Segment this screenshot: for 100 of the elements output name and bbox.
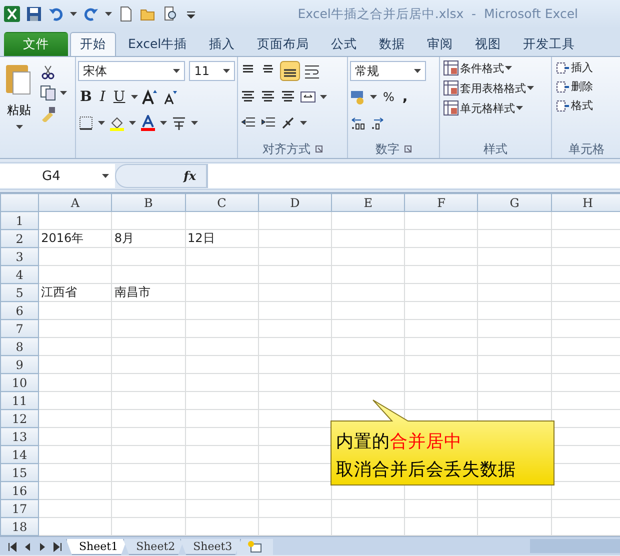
wrap-text-icon[interactable] <box>304 63 320 79</box>
dialog-launcher-icon[interactable] <box>314 145 322 153</box>
last-sheet-icon[interactable] <box>53 542 62 552</box>
font-style-button[interactable]: I <box>98 89 108 105</box>
undo-icon[interactable] <box>48 6 64 22</box>
row-header[interactable]: 13 <box>0 428 39 446</box>
row-header[interactable]: 15 <box>0 464 39 482</box>
formula-input[interactable] <box>207 164 620 188</box>
caret-icon <box>516 106 523 110</box>
previous-sheet-icon[interactable] <box>23 542 32 552</box>
decrease-decimal-icon[interactable] <box>370 115 386 131</box>
row-header[interactable]: 17 <box>0 500 39 518</box>
styles-menu-button[interactable]: 条件格式 <box>442 60 549 76</box>
ribbon-tab[interactable]: 页面布局 <box>247 32 320 56</box>
align-bottom-icon[interactable] <box>280 61 300 81</box>
row-header[interactable]: 3 <box>0 248 39 266</box>
table-cell: 8月 <box>112 230 186 248</box>
row-header[interactable]: 18 <box>0 518 39 536</box>
column-header[interactable]: G <box>478 194 552 212</box>
ribbon-tab[interactable]: 开发工具 <box>513 32 586 56</box>
row-header[interactable]: 6 <box>0 302 39 320</box>
row-header[interactable]: 2 <box>0 230 39 248</box>
row-header[interactable]: 9 <box>0 356 39 374</box>
ribbon-tab[interactable]: 审阅 <box>417 32 464 56</box>
sheet-tab[interactable]: Sheet3 <box>180 539 242 555</box>
merge-center-icon[interactable] <box>300 89 316 105</box>
caret-icon <box>223 69 230 73</box>
excel-logo-icon[interactable] <box>4 6 20 22</box>
column-header[interactable]: B <box>112 194 186 212</box>
caret-icon <box>300 121 307 125</box>
styles-menu-button[interactable]: 套用表格格式 <box>442 80 549 96</box>
row-header[interactable]: 16 <box>0 482 39 500</box>
caret-icon <box>160 121 167 125</box>
row-header[interactable]: 7 <box>0 320 39 338</box>
currency-icon[interactable] <box>350 89 366 105</box>
insert-sheet-button[interactable] <box>237 539 274 555</box>
new-document-icon[interactable] <box>118 6 134 22</box>
table-cell: 2016年 <box>38 230 112 248</box>
ribbon-tab[interactable]: Excel牛插 <box>118 32 198 56</box>
styles-menu-button[interactable]: 单元格样式 <box>442 100 549 116</box>
column-header[interactable]: D <box>258 194 332 212</box>
column-header[interactable]: C <box>185 194 258 212</box>
comma-style-button[interactable]: , <box>400 89 410 105</box>
row-header[interactable]: 10 <box>0 374 39 392</box>
row-header[interactable]: 5 <box>0 284 39 302</box>
copy-icon[interactable] <box>40 85 56 101</box>
ribbon-tab[interactable]: 插入 <box>199 32 246 56</box>
borders-icon[interactable] <box>78 115 94 131</box>
font-style-button[interactable]: U <box>111 89 128 105</box>
group-label: 对齐方式 <box>262 140 310 158</box>
group-label: 数字 <box>376 140 400 158</box>
cells-menu-button[interactable]: 插入 <box>555 60 618 75</box>
row-header[interactable]: 4 <box>0 266 39 284</box>
increase-decimal-icon[interactable] <box>350 115 366 131</box>
grow-font-icon[interactable] <box>142 89 158 105</box>
cell-insert-icon <box>556 80 570 94</box>
caret-icon <box>129 121 136 125</box>
number-format-field[interactable]: 常规 <box>350 61 426 81</box>
row-header[interactable]: 11 <box>0 392 39 410</box>
insert-function-button[interactable]: fx <box>182 169 198 183</box>
first-sheet-icon[interactable] <box>8 542 17 552</box>
row-header[interactable]: 8 <box>0 338 39 356</box>
column-header[interactable]: E <box>331 194 405 212</box>
paste-button[interactable]: 粘贴 <box>2 60 36 140</box>
ribbon-tab[interactable]: 开始 <box>70 32 116 56</box>
shrink-font-icon[interactable] <box>162 89 178 105</box>
font-style-button[interactable]: B <box>78 89 94 105</box>
caret-icon <box>173 69 180 73</box>
print-preview-icon[interactable] <box>162 6 178 22</box>
column-header[interactable]: F <box>404 194 478 212</box>
new-sheet-icon <box>247 541 264 553</box>
column-header[interactable]: H <box>551 194 620 212</box>
format-painter-icon[interactable] <box>40 106 56 122</box>
cells-menu-button[interactable]: 格式 <box>555 98 618 113</box>
ribbon-tab[interactable]: 数据 <box>369 32 416 56</box>
percent-style-button[interactable]: % <box>381 90 396 104</box>
font-name-field[interactable]: 宋体 <box>78 61 186 81</box>
next-sheet-icon[interactable] <box>38 542 47 552</box>
font-color-icon[interactable] <box>140 115 156 131</box>
sheet-tab[interactable]: Sheet1 <box>66 539 128 555</box>
redo-icon[interactable] <box>83 6 99 22</box>
caret-icon <box>320 95 327 99</box>
ribbon-tab[interactable]: 公式 <box>321 32 368 56</box>
caret-icon <box>191 121 198 125</box>
table-cell: 12日 <box>185 230 258 248</box>
save-icon[interactable] <box>26 6 42 22</box>
column-header[interactable]: A <box>38 194 112 212</box>
cells-menu-button[interactable]: 删除 <box>555 79 618 94</box>
fill-color-icon[interactable] <box>109 115 125 131</box>
dialog-launcher-icon[interactable] <box>404 145 412 153</box>
font-size-field[interactable]: 11 <box>189 61 235 81</box>
ribbon-tab[interactable]: 文件 <box>4 32 68 56</box>
caret-icon <box>131 95 138 99</box>
row-header[interactable]: 12 <box>0 410 39 428</box>
row-header[interactable]: 14 <box>0 446 39 464</box>
sheet-tab[interactable]: Sheet2 <box>123 539 184 555</box>
ribbon-tab[interactable]: 视图 <box>465 32 512 56</box>
scissors-icon[interactable] <box>40 64 56 80</box>
row-header[interactable]: 1 <box>0 212 39 230</box>
name-box[interactable]: G4 <box>0 164 115 188</box>
